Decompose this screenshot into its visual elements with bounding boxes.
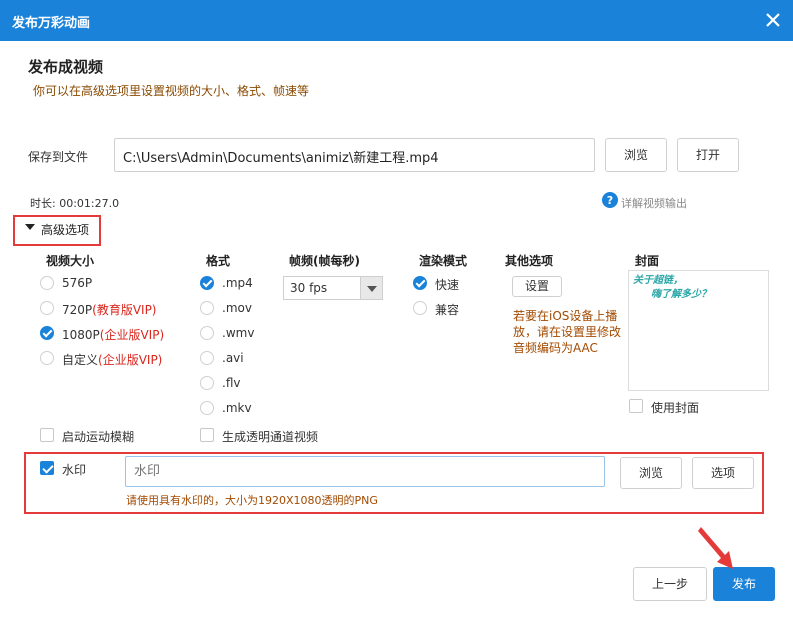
alpha-video-label[interactable]: 生成透明通道视频 (222, 428, 318, 445)
file-open-button[interactable]: 打开 (677, 138, 739, 172)
size-custom-label[interactable]: 自定义(企业版VIP) (62, 351, 162, 368)
triangle-down-icon[interactable] (25, 224, 35, 230)
back-button[interactable]: 上一步 (633, 567, 707, 601)
size-576p-text: 576P (62, 276, 93, 290)
watermark-input[interactable] (125, 456, 605, 487)
file-path-input[interactable]: C:\Users\Admin\Documents\animiz\新建工程.mp4 (114, 138, 595, 172)
size-custom-text: 自定义 (62, 353, 99, 367)
size-720p-vip: (教育版VIP) (92, 303, 157, 317)
page-subtitle: 你可以在高级选项里设置视频的大小、格式、帧速等 (33, 84, 310, 98)
watermark-options-button[interactable]: 选项 (692, 457, 754, 489)
format-mov-label[interactable]: .mov (222, 301, 252, 315)
title-bar: 发布万彩动画 (0, 0, 793, 41)
format-flv-radio[interactable] (200, 376, 214, 390)
motion-blur-label[interactable]: 启动运动模糊 (62, 428, 134, 445)
size-1080p-vip: (企业版VIP) (99, 328, 165, 342)
help-link[interactable]: 详解视频输出 (621, 195, 687, 211)
format-wmv-radio[interactable] (200, 326, 214, 340)
watermark-browse-button[interactable]: 浏览 (620, 457, 682, 489)
render-compat-radio[interactable] (413, 301, 427, 315)
format-mov-radio[interactable] (200, 301, 214, 315)
format-flv-label[interactable]: .flv (222, 376, 240, 390)
video-size-header: 视频大小 (46, 254, 95, 268)
size-576p-radio[interactable] (40, 276, 54, 290)
other-settings-button[interactable]: 设置 (512, 276, 562, 297)
svg-text:?: ? (607, 194, 613, 207)
arrow-pointer-icon (698, 527, 733, 569)
frame-rate-select[interactable]: 30 fps (283, 276, 383, 300)
other-options-header: 其他选项 (505, 254, 554, 268)
size-576p-label[interactable]: 576P (62, 276, 92, 290)
format-avi-radio[interactable] (200, 351, 214, 365)
help-icon[interactable]: ? (602, 192, 618, 208)
render-fast-radio[interactable] (413, 276, 427, 290)
frame-rate-header: 帧频(帧每秒) (289, 254, 360, 268)
size-1080p-radio[interactable] (40, 326, 54, 340)
size-1080p-label[interactable]: 1080P(企业版VIP) (62, 326, 164, 343)
advanced-options-toggle[interactable]: 高级选项 (41, 221, 89, 238)
size-720p-label[interactable]: 720P(教育版VIP) (62, 301, 157, 318)
format-wmv-label[interactable]: .wmv (222, 326, 254, 340)
format-header: 格式 (206, 254, 231, 268)
duration-text: 时长: 00:01:27.0 (30, 197, 120, 210)
ios-note: 若要在iOS设备上播放，请在设置里修改音频编码为AAC (513, 309, 622, 355)
size-1080p-text: 1080P (62, 328, 100, 342)
format-avi-label[interactable]: .avi (222, 351, 244, 365)
frame-rate-value: 30 fps (290, 281, 328, 295)
render-fast-label[interactable]: 快速 (435, 276, 459, 293)
format-mkv-label[interactable]: .mkv (222, 401, 252, 415)
save-to-file-label: 保存到文件 (28, 150, 89, 164)
motion-blur-checkbox[interactable] (40, 428, 54, 442)
format-mp4-radio[interactable] (200, 276, 214, 290)
size-720p-text: 720P (62, 303, 93, 317)
format-mp4-label[interactable]: .mp4 (222, 276, 253, 290)
watermark-hint: 请使用具有水印的，大小为1920X1080透明的PNG (126, 494, 378, 507)
use-cover-checkbox[interactable] (629, 399, 643, 413)
use-cover-label[interactable]: 使用封面 (651, 399, 699, 416)
render-mode-header: 渲染模式 (419, 254, 468, 268)
window-title: 发布万彩动画 (12, 16, 91, 31)
cover-preview-line2: 嗨了解多少？ (651, 289, 711, 300)
page-title: 发布成视频 (28, 58, 104, 76)
cover-preview[interactable]: 关于超链， 嗨了解多少？ (628, 270, 769, 391)
size-custom-radio[interactable] (40, 351, 54, 365)
alpha-video-checkbox[interactable] (200, 428, 214, 442)
render-compat-label[interactable]: 兼容 (435, 301, 459, 318)
cover-preview-line1: 关于超链， (633, 275, 683, 286)
cover-header: 封面 (635, 254, 660, 268)
file-browse-button[interactable]: 浏览 (605, 138, 667, 172)
size-custom-vip: (企业版VIP) (98, 353, 163, 367)
watermark-label[interactable]: 水印 (62, 461, 86, 478)
close-icon[interactable] (763, 10, 783, 30)
chevron-down-icon[interactable] (360, 277, 382, 299)
watermark-checkbox[interactable] (40, 461, 54, 475)
size-720p-radio[interactable] (40, 301, 54, 315)
format-mkv-radio[interactable] (200, 401, 214, 415)
